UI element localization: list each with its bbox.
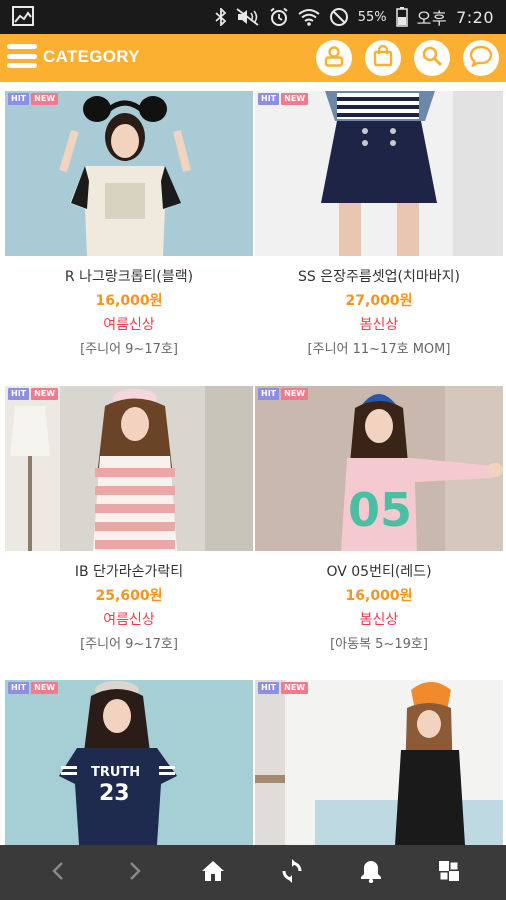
chat-icon	[469, 45, 493, 71]
gallery-icon	[12, 6, 34, 26]
hit-badge: HIT	[8, 93, 30, 105]
bell-icon	[360, 859, 382, 887]
product-tag: 봄신상	[359, 612, 399, 628]
forward-button[interactable]	[110, 845, 160, 900]
search-icon	[421, 45, 443, 71]
product-tag: 여름신상	[103, 612, 155, 628]
shopping-bag-icon	[372, 44, 394, 71]
product-name[interactable]: OV 05번티(레드)	[255, 561, 503, 581]
product-image[interactable]	[255, 91, 503, 256]
bluetooth-icon	[215, 8, 227, 26]
hit-badge: HIT	[258, 93, 280, 105]
notification-button[interactable]	[346, 845, 396, 900]
new-badge: NEW	[31, 93, 59, 105]
product-price: 25,600원	[95, 588, 163, 604]
hit-badge: HIT	[258, 682, 280, 694]
menu-icon[interactable]	[7, 44, 37, 72]
product-price: 27,000원	[345, 293, 413, 309]
status-bar: 55% 오후 7:20	[0, 0, 506, 34]
clock-ampm: 오후	[416, 9, 448, 28]
user-button[interactable]	[316, 40, 352, 76]
hit-badge: HIT	[8, 388, 30, 400]
category-label[interactable]: CATEGORY	[43, 47, 140, 67]
product-size: [주니어 9~17호]	[80, 637, 178, 652]
grid-icon	[439, 860, 459, 885]
new-badge: NEW	[281, 388, 309, 400]
svg-text:05: 05	[348, 483, 412, 537]
user-icon	[323, 45, 345, 71]
forward-arrow-icon	[128, 861, 142, 885]
app-header: CATEGORY	[0, 34, 506, 82]
svg-text:TRUTH: TRUTH	[91, 765, 140, 780]
product-size: [주니어 11~17호 MOM]	[307, 342, 451, 357]
do-not-disturb-icon	[329, 7, 349, 27]
product-size: [주니어 9~17호]	[80, 342, 178, 357]
product-image[interactable]	[5, 91, 253, 256]
refresh-button[interactable]	[267, 845, 317, 900]
alarm-icon	[269, 7, 289, 27]
product-image[interactable]	[255, 680, 503, 845]
grid-menu-button[interactable]	[424, 845, 474, 900]
clock-time: 7:20	[456, 7, 494, 27]
product-name[interactable]: IB 단가라손가락티	[5, 561, 253, 581]
product-price: 16,000원	[95, 293, 163, 309]
hit-badge: HIT	[258, 388, 280, 400]
new-badge: NEW	[281, 682, 309, 694]
cart-button[interactable]	[365, 40, 401, 76]
new-badge: NEW	[281, 93, 309, 105]
product-price: 16,000원	[345, 588, 413, 604]
bottom-navigation	[0, 845, 506, 900]
product-tag: 여름신상	[103, 317, 155, 333]
wifi-icon	[298, 8, 320, 26]
home-button[interactable]	[188, 845, 238, 900]
new-badge: NEW	[31, 682, 59, 694]
hit-badge: HIT	[8, 682, 30, 694]
product-image[interactable]: 05	[255, 386, 503, 551]
product-tag: 봄신상	[359, 317, 399, 333]
chat-button[interactable]	[463, 40, 499, 76]
back-button[interactable]	[33, 845, 83, 900]
product-name[interactable]: SS 은장주름셋업(치마바지)	[255, 266, 503, 286]
product-size: [아동복 5~19호]	[330, 637, 428, 652]
battery-percent: 55%	[357, 9, 387, 25]
battery-icon	[395, 7, 408, 27]
product-name[interactable]: R 나그랑크롭티(블랙)	[5, 266, 253, 286]
product-image[interactable]	[5, 386, 253, 551]
product-image[interactable]: TRUTH 23	[5, 680, 253, 845]
svg-text:23: 23	[99, 781, 130, 806]
home-icon	[201, 860, 225, 886]
back-arrow-icon	[51, 861, 65, 885]
mute-icon	[236, 8, 260, 26]
search-button[interactable]	[414, 40, 450, 76]
new-badge: NEW	[31, 388, 59, 400]
refresh-icon	[280, 858, 304, 887]
